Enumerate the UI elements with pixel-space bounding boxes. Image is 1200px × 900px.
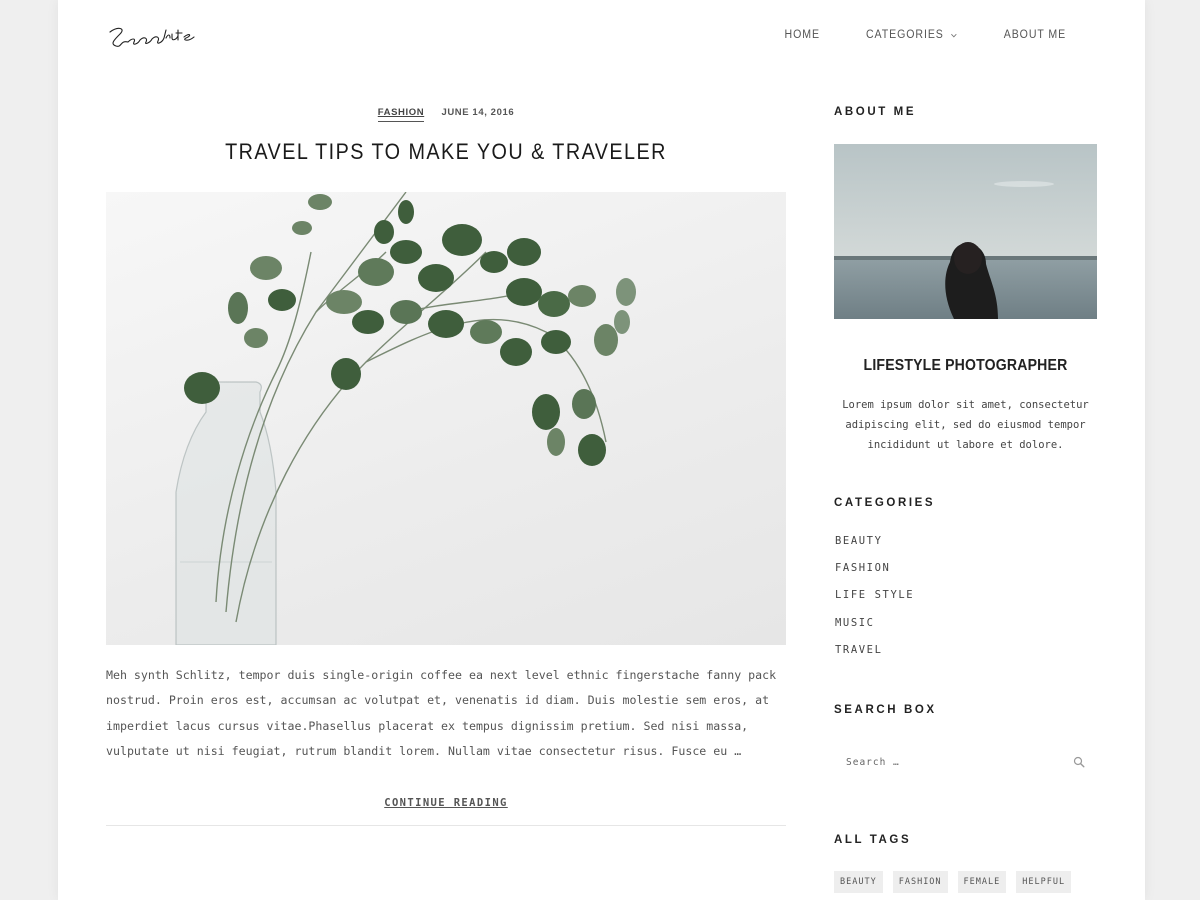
post-date: JUNE 14, 2016 (441, 107, 515, 118)
widget-title-about: ABOUT ME (834, 106, 917, 118)
about-heading: LIFESTYLE PHOTOGRAPHER (863, 357, 1068, 374)
nav-categories-label: CATEGORIES (865, 29, 944, 41)
tag-beauty[interactable]: BEAUTY (834, 871, 883, 893)
category-item-beauty[interactable]: BEAUTY (835, 535, 914, 562)
about-text: Lorem ipsum dolor sit amet, consectetur … (842, 399, 1089, 451)
tag-fashion[interactable]: FASHION (892, 871, 948, 893)
category-item-music[interactable]: MUSIC (835, 617, 914, 644)
search-box (834, 743, 1097, 781)
site-logo[interactable] (106, 22, 224, 52)
page-container: HOME CATEGORIES ABOUT ME FASHION JUNE 14… (58, 0, 1145, 900)
logo-script-icon (109, 27, 195, 47)
search-icon[interactable] (1073, 756, 1085, 768)
post-excerpt: Meh synth Schlitz, tempor duis single-or… (106, 668, 777, 758)
tag-female[interactable]: FEMALE (957, 871, 1007, 893)
post-divider (106, 825, 786, 826)
category-list: BEAUTY FASHION LIFE STYLE MUSIC TRAVEL (835, 535, 914, 671)
widget-title-search: SEARCH BOX (834, 704, 937, 716)
tag-cloud: BEAUTY FASHION FEMALE HELPFUL (834, 871, 1072, 893)
post-featured-image[interactable] (106, 192, 786, 645)
nav-about-me[interactable]: ABOUT ME (1004, 29, 1066, 41)
category-item-travel[interactable]: TRAVEL (835, 644, 914, 671)
about-me-image (834, 144, 1097, 319)
post-title[interactable]: TRAVEL TIPS TO MAKE YOU & TRAVELER (140, 139, 752, 165)
chevron-down-icon (950, 33, 956, 37)
category-item-fashion[interactable]: FASHION (835, 562, 914, 589)
widget-title-categories: CATEGORIES (834, 497, 936, 509)
main-nav: HOME CATEGORIES ABOUT ME (783, 29, 1069, 41)
tag-helpful[interactable]: HELPFUL (1016, 871, 1072, 893)
woman-at-sea-image (834, 144, 1097, 319)
category-item-life-style[interactable]: LIFE STYLE (835, 589, 914, 616)
continue-reading-link[interactable]: CONTINUE READING (106, 797, 786, 809)
search-input[interactable] (834, 743, 1097, 781)
plant-vase-image (175, 192, 636, 645)
nav-home[interactable]: HOME (785, 29, 820, 41)
nav-categories[interactable]: CATEGORIES (866, 29, 958, 41)
widget-title-tags: ALL TAGS (834, 834, 912, 846)
post-category-link[interactable]: FASHION (377, 107, 425, 122)
post-meta: FASHION JUNE 14, 2016 (106, 107, 786, 122)
